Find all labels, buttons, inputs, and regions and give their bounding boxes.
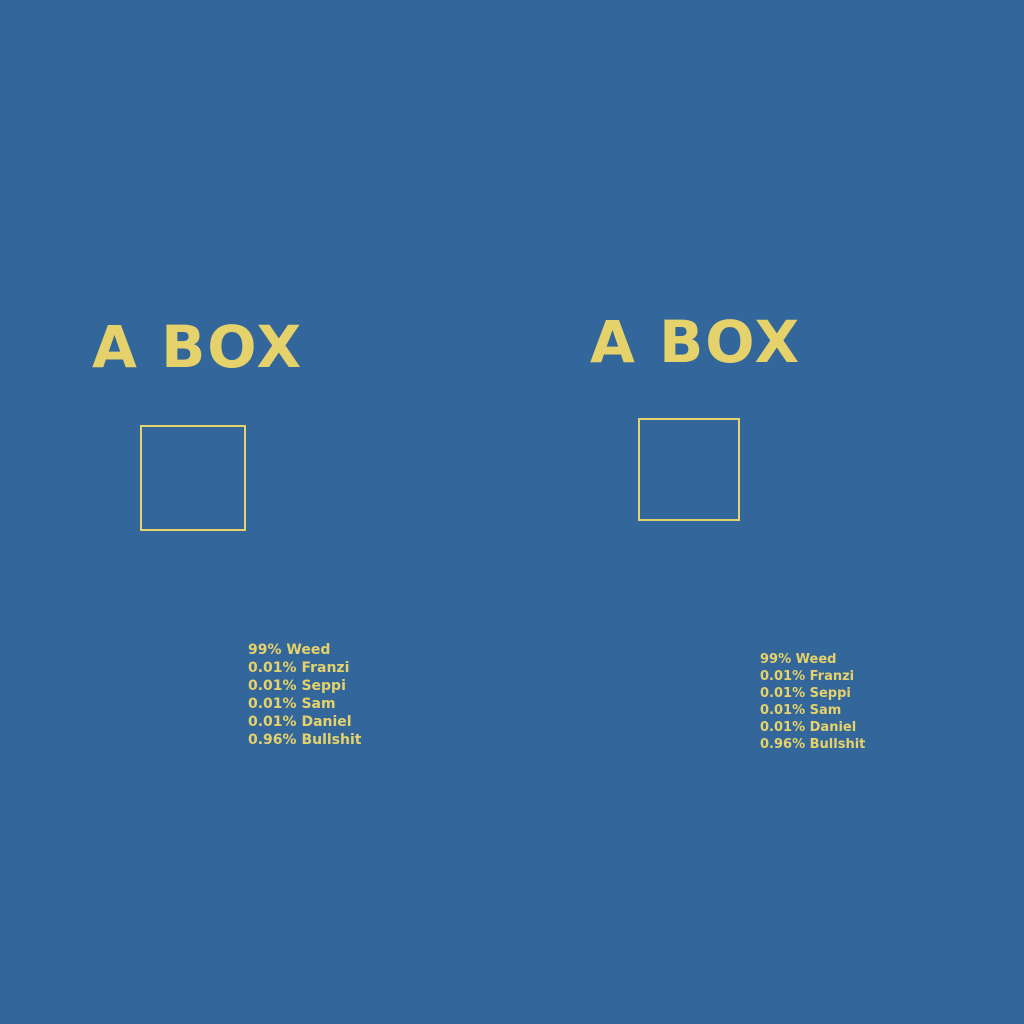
list-item: 0.96% Bullshit (760, 737, 866, 752)
box-title: A BOX (92, 313, 304, 381)
list-item: 0.01% Seppi (760, 686, 851, 701)
list-item: 99% Weed (760, 652, 837, 667)
list-item: 0.01% Sam (760, 703, 842, 718)
artwork-canvas: A BOX 99% Weed 0.01% Franzi 0.01% Seppi … (0, 0, 1024, 1024)
list-item: 0.01% Daniel (248, 714, 352, 730)
list-item: 0.01% Franzi (248, 660, 350, 676)
list-item: 0.01% Daniel (760, 720, 857, 735)
box-title: A BOX (590, 308, 802, 376)
ingredient-list: 99% Weed 0.01% Franzi 0.01% Seppi 0.01% … (248, 641, 361, 749)
outlined-square (638, 418, 740, 521)
outlined-square (140, 425, 246, 531)
panel-left: A BOX 99% Weed 0.01% Franzi 0.01% Seppi … (0, 0, 512, 1024)
ingredient-list: 99% Weed 0.01% Franzi 0.01% Seppi 0.01% … (760, 651, 865, 753)
list-item: 0.96% Bullshit (248, 732, 362, 748)
list-item: 99% Weed (248, 642, 331, 658)
list-item: 0.01% Sam (248, 696, 336, 712)
list-item: 0.01% Franzi (760, 669, 855, 684)
list-item: 0.01% Seppi (248, 678, 346, 694)
panel-right: A BOX 99% Weed 0.01% Franzi 0.01% Seppi … (512, 0, 1024, 1024)
